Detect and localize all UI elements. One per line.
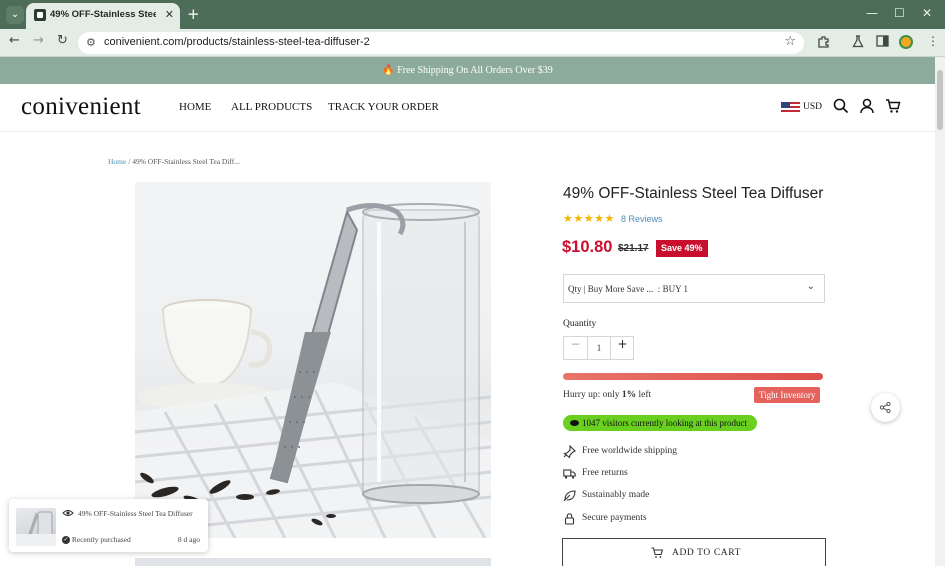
profile-avatar-icon[interactable] (899, 35, 913, 49)
hurry-suffix: left (636, 390, 652, 400)
quantity-decrease-button[interactable]: − (564, 337, 587, 359)
truck-icon (563, 469, 576, 479)
visitors-text: 1047 visitors currently looking at this … (582, 418, 747, 428)
currency-selector[interactable]: USD (803, 102, 822, 112)
hurry-up-text: Hurry up: only 1% left (563, 390, 651, 400)
leaf-icon (563, 490, 576, 502)
breadcrumb: Home / 49% OFF-Stainless Steel Tea Diff.… (108, 157, 240, 166)
maximize-button[interactable]: ☐ (894, 6, 905, 20)
product-title: 49% OFF-Stainless Steel Tea Diffuser (563, 185, 824, 202)
variant-select[interactable]: Qty | Buy More Save ... : BUY 1 ⌄ (563, 274, 825, 303)
site-info-icon[interactable]: ⚙ (86, 36, 96, 49)
check-circle-icon: ✓ (62, 536, 70, 545)
cart-icon (651, 547, 664, 558)
popup-title-text: 49% OFF-Stainless Steel Tea Diffuser (78, 509, 193, 518)
us-flag-icon[interactable] (781, 102, 800, 114)
product-image[interactable] (135, 182, 491, 538)
rating-stars-icon[interactable]: ★★★★★ (563, 212, 615, 225)
close-window-button[interactable]: ✕ (922, 6, 932, 20)
url-text[interactable]: conivenient.com/products/stainless-steel… (104, 36, 370, 48)
quantity-stepper: − 1 + (563, 336, 634, 360)
feature-text: Secure payments (582, 513, 647, 523)
add-to-cart-button[interactable]: ADD TO CART (562, 538, 826, 566)
account-icon[interactable] (859, 98, 875, 114)
tab-title: 49% OFF-Stainless Steel Tea Diffuser (50, 9, 156, 20)
browser-tab-bar: ⌄ 49% OFF-Stainless Steel Tea Diffuser ✕… (0, 0, 945, 29)
sale-price: $10.80 (562, 238, 613, 256)
recent-purchase-popup[interactable]: 49% OFF-Stainless Steel Tea Diffuser ✓ R… (9, 499, 208, 552)
share-button[interactable] (871, 393, 900, 422)
cart-icon[interactable] (885, 98, 901, 114)
feature-text: Sustainably made (582, 490, 650, 500)
browser-toolbar: ← → ↻ ⚙ conivenient.com/products/stainle… (0, 29, 945, 57)
new-tab-button[interactable]: + (187, 5, 200, 23)
breadcrumb-current: 49% OFF-Stainless Steel Tea Diff... (132, 157, 240, 166)
save-badge: Save 49% (656, 240, 708, 257)
eye-icon (570, 419, 579, 426)
quantity-input[interactable]: 1 (587, 337, 611, 359)
favicon-icon (34, 9, 46, 21)
address-bar[interactable]: ⚙ conivenient.com/products/stainless-ste… (78, 32, 804, 54)
quantity-increase-button[interactable]: + (611, 337, 634, 359)
add-to-cart-label: ADD TO CART (672, 548, 742, 558)
variant-text: Qty | Buy More Save ... : BUY 1 (568, 284, 688, 294)
nav-home[interactable]: HOME (179, 101, 211, 113)
reviews-link[interactable]: 8 Reviews (621, 214, 663, 224)
tea-diffuser-thumbnail-icon (16, 511, 56, 546)
breadcrumb-home[interactable]: Home (108, 157, 126, 166)
extensions-icon[interactable] (817, 35, 830, 48)
popup-status-text: Recently purchased (71, 535, 131, 544)
lock-icon (564, 513, 575, 525)
popup-product-title: 49% OFF-Stainless Steel Tea Diffuser (62, 508, 202, 520)
feature-text: Free worldwide shipping (582, 446, 677, 456)
browser-tab[interactable]: 49% OFF-Stainless Steel Tea Diffuser ✕ (26, 3, 180, 29)
stock-progress-bar (563, 373, 823, 380)
tab-search-chevron-icon[interactable]: ⌄ (6, 6, 24, 24)
tight-inventory-badge: Tight Inventory (754, 387, 821, 403)
next-product-image-peek[interactable] (135, 558, 491, 566)
side-panel-icon[interactable] (876, 35, 889, 47)
popup-status: ✓ Recently purchased (62, 535, 131, 545)
quantity-label: Quantity (563, 319, 597, 329)
tea-diffuser-illustration (135, 203, 491, 538)
nav-track-order[interactable]: TRACK YOUR ORDER (328, 101, 439, 113)
reload-icon[interactable]: ↻ (57, 33, 68, 48)
popup-time: 8 d ago (177, 535, 200, 544)
visitors-badge: 1047 visitors currently looking at this … (563, 415, 757, 431)
promo-banner: 🔥 Free Shipping On All Orders Over $39 (0, 57, 935, 84)
bookmark-star-icon[interactable]: ☆ (784, 34, 796, 49)
tab-close-icon[interactable]: ✕ (165, 8, 174, 21)
site-logo[interactable]: conivenient (21, 93, 141, 121)
feature-text: Free returns (582, 468, 628, 478)
site-header: conivenient HOME ALL PRODUCTS TRACK YOUR… (0, 84, 935, 132)
scrollbar-thumb[interactable] (937, 70, 943, 130)
more-menu-icon[interactable]: ⋮ (927, 34, 939, 48)
minimize-button[interactable]: — (866, 6, 878, 20)
popup-product-thumbnail (16, 508, 56, 546)
pin-icon (563, 445, 576, 458)
nav-all-products[interactable]: ALL PRODUCTS (231, 101, 312, 113)
share-icon (880, 402, 891, 413)
compare-at-price: $21.17 (618, 243, 649, 254)
breadcrumb-separator: / (128, 157, 131, 166)
hurry-count: 1% (621, 390, 637, 400)
forward-arrow-icon[interactable]: → (33, 33, 44, 48)
chevron-down-icon: ⌄ (806, 281, 815, 292)
search-icon[interactable] (833, 98, 849, 114)
variant-value: BUY 1 (662, 284, 688, 294)
variant-label: Qty | Buy More Save ... (568, 284, 654, 294)
hurry-prefix: Hurry up: only (563, 390, 622, 400)
page-scrollbar[interactable] (935, 57, 945, 566)
back-arrow-icon[interactable]: ← (9, 33, 20, 48)
labs-flask-icon[interactable] (852, 35, 864, 48)
